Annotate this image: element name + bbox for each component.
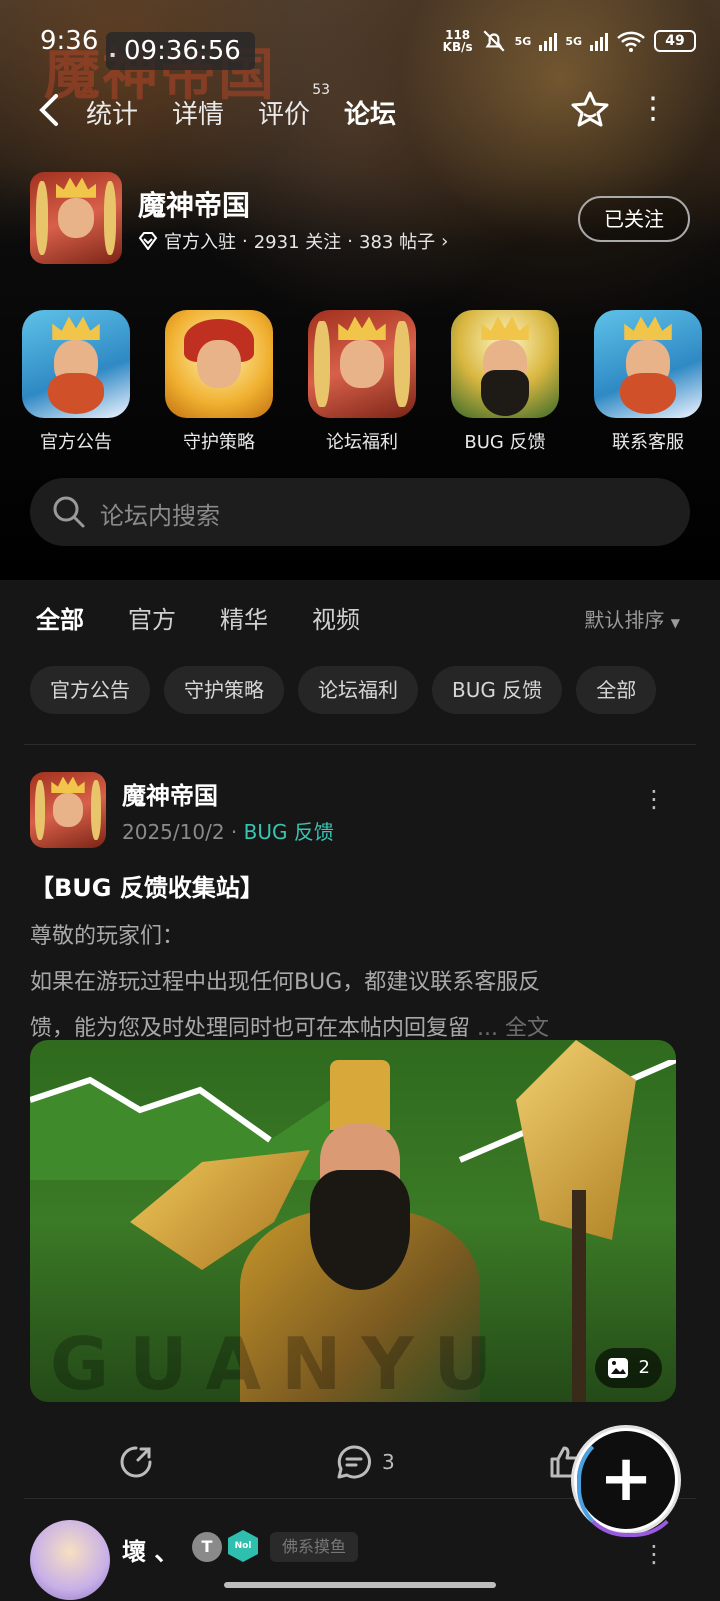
network-type-1: 5G xyxy=(514,34,532,48)
shortcut-image xyxy=(308,310,416,418)
author-avatar[interactable] xyxy=(30,1520,110,1600)
mute-bell-icon xyxy=(483,30,505,52)
read-more-link[interactable]: ... 全文 xyxy=(477,1016,549,1041)
wifi-icon xyxy=(617,31,645,52)
shortcut-customer-service[interactable]: 联系客服 xyxy=(594,310,702,454)
forum-header: 魔神帝国 官方入驻 · 2931 关注 · 383 帖子 › 已关注 xyxy=(30,172,690,264)
shortcut-label: 论坛福利 xyxy=(326,432,398,453)
signal-bars-icon-1 xyxy=(539,31,558,51)
post-count: 383 帖子 xyxy=(359,232,436,253)
status-icons: 118 KB/s 5G 5G 49 xyxy=(443,28,696,54)
plus-icon: + xyxy=(599,1442,653,1516)
author-name[interactable]: 魔神帝国 xyxy=(122,776,218,811)
filter-tab-all[interactable]: 全部 xyxy=(36,600,84,641)
post-more-icon[interactable]: ⋮ xyxy=(642,787,666,811)
status-time: 9:36 xyxy=(40,26,99,56)
chip-official-announcements[interactable]: 官方公告 xyxy=(30,666,150,714)
author-avatar[interactable] xyxy=(30,772,106,848)
shortcut-official-announcements[interactable]: 官方公告 xyxy=(22,310,130,454)
more-options-icon[interactable]: ⋮ xyxy=(638,94,668,124)
glaive-pole xyxy=(572,1190,586,1402)
category-chips: 官方公告 守护策略 论坛福利 BUG 反馈 全部 xyxy=(30,666,657,714)
post-filter-tabs: 全部 官方 精华 视频 xyxy=(36,600,360,641)
favorite-star-icon[interactable] xyxy=(570,90,610,130)
image-count-badge: 2 xyxy=(594,1348,662,1388)
shortcut-label: 联系客服 xyxy=(612,432,684,453)
post-title[interactable]: 【BUG 反馈收集站】 xyxy=(30,868,264,903)
next-post-card[interactable]: 壞 、 T Nol 佛系摸鱼 ⋮ xyxy=(30,1520,690,1600)
home-indicator[interactable] xyxy=(224,1582,496,1588)
share-icon xyxy=(120,1446,152,1478)
shortcut-forum-benefits[interactable]: 论坛福利 xyxy=(308,310,416,454)
post-more-icon[interactable]: ⋮ xyxy=(642,1540,666,1568)
post-category[interactable]: BUG 反馈 xyxy=(244,820,334,844)
top-navigation: 统计 详情 评价 53 论坛 ⋮ xyxy=(0,82,720,144)
shortcut-image xyxy=(594,310,702,418)
shortcut-image xyxy=(165,310,273,418)
signal-bars-icon-2 xyxy=(590,31,608,51)
shortcut-image xyxy=(22,310,130,418)
filter-tab-official[interactable]: 官方 xyxy=(128,600,176,635)
post-image[interactable]: GUANYU 2 xyxy=(30,1040,676,1402)
follow-button[interactable]: 已关注 xyxy=(578,196,690,242)
forum-name: 魔神帝国 xyxy=(138,189,251,222)
floating-clock: ▪ 09:36:56 xyxy=(106,32,255,70)
clock-dot-icon: ▪ xyxy=(110,50,116,59)
chip-all[interactable]: 全部 xyxy=(576,666,657,714)
divider xyxy=(24,744,696,745)
shortcut-label: BUG 反馈 xyxy=(464,432,546,453)
shortcut-image xyxy=(451,310,559,418)
chip-bug-feedback[interactable]: BUG 反馈 xyxy=(432,666,563,714)
filter-tab-featured[interactable]: 精华 xyxy=(220,600,268,635)
tab-statistics[interactable]: 统计 xyxy=(86,94,138,131)
create-post-button[interactable]: + xyxy=(574,1428,683,1537)
forum-avatar[interactable] xyxy=(30,172,122,264)
shortcut-defense-strategy[interactable]: 守护策略 xyxy=(165,310,273,454)
verified-diamond-icon xyxy=(138,232,158,250)
caret-down-icon: ▼ xyxy=(670,616,680,630)
forum-search-bar[interactable]: 论坛内搜索 xyxy=(30,478,690,546)
tab-forum[interactable]: 论坛 xyxy=(342,94,399,131)
search-input[interactable]: 论坛内搜索 xyxy=(100,496,220,531)
post-meta: 2025/10/2 · BUG 反馈 xyxy=(122,820,334,844)
shortcut-label: 守护策略 xyxy=(183,432,255,453)
review-count-badge: 53 xyxy=(312,82,331,98)
search-icon xyxy=(53,496,85,528)
back-arrow-icon[interactable] xyxy=(36,92,64,136)
image-watermark: GUANYU xyxy=(50,1322,512,1402)
sort-label: 默认排序 xyxy=(584,608,665,632)
post-excerpt[interactable]: 尊敬的玩家们： 如果在游玩过程中出现任何BUG，都建议联系客服反 馈，能为您及时… xyxy=(30,914,670,1052)
author-name[interactable]: 壞 、 xyxy=(122,1532,178,1567)
battery-icon: 49 xyxy=(654,30,696,52)
chip-defense-strategy[interactable]: 守护策略 xyxy=(164,666,284,714)
status-bar: 9:36 ▪ 09:36:56 118 KB/s 5G 5G 49 xyxy=(0,22,720,70)
shortcut-label: 官方公告 xyxy=(40,432,112,453)
chip-forum-benefits[interactable]: 论坛福利 xyxy=(298,666,418,714)
follower-count: 2931 关注 xyxy=(253,232,342,253)
user-medal-badge: Nol xyxy=(228,1530,258,1562)
user-title-tag: 佛系摸鱼 xyxy=(270,1532,359,1562)
image-icon xyxy=(607,1358,628,1378)
filter-tab-video[interactable]: 视频 xyxy=(312,600,360,635)
tab-reviews[interactable]: 评价 53 xyxy=(258,82,330,131)
post-date: 2025/10/2 xyxy=(122,820,225,844)
user-level-badge: T xyxy=(192,1532,222,1562)
detail-tabs: 统计 详情 评价 53 论坛 xyxy=(86,82,399,131)
comment-count: 3 xyxy=(382,1450,395,1474)
forum-shortcuts: 官方公告 守护策略 论坛福利 BUG 反馈 联系客服 xyxy=(22,310,702,454)
comment-button[interactable]: 3 xyxy=(336,1444,395,1480)
comment-icon xyxy=(337,1445,371,1479)
forum-meta[interactable]: 官方入驻 · 2931 关注 · 383 帖子 › xyxy=(138,228,448,254)
chevron-right-icon: › xyxy=(441,230,449,252)
network-type-2: 5G xyxy=(565,34,582,48)
sort-dropdown[interactable]: 默认排序 ▼ xyxy=(584,604,680,633)
floating-clock-time: 09:36:56 xyxy=(124,36,241,66)
network-speed: 118 KB/s xyxy=(442,28,473,54)
verified-label: 官方入驻 xyxy=(164,232,236,253)
shortcut-bug-feedback[interactable]: BUG 反馈 xyxy=(451,310,559,454)
tab-details[interactable]: 详情 xyxy=(172,94,224,131)
share-button[interactable] xyxy=(118,1444,154,1480)
